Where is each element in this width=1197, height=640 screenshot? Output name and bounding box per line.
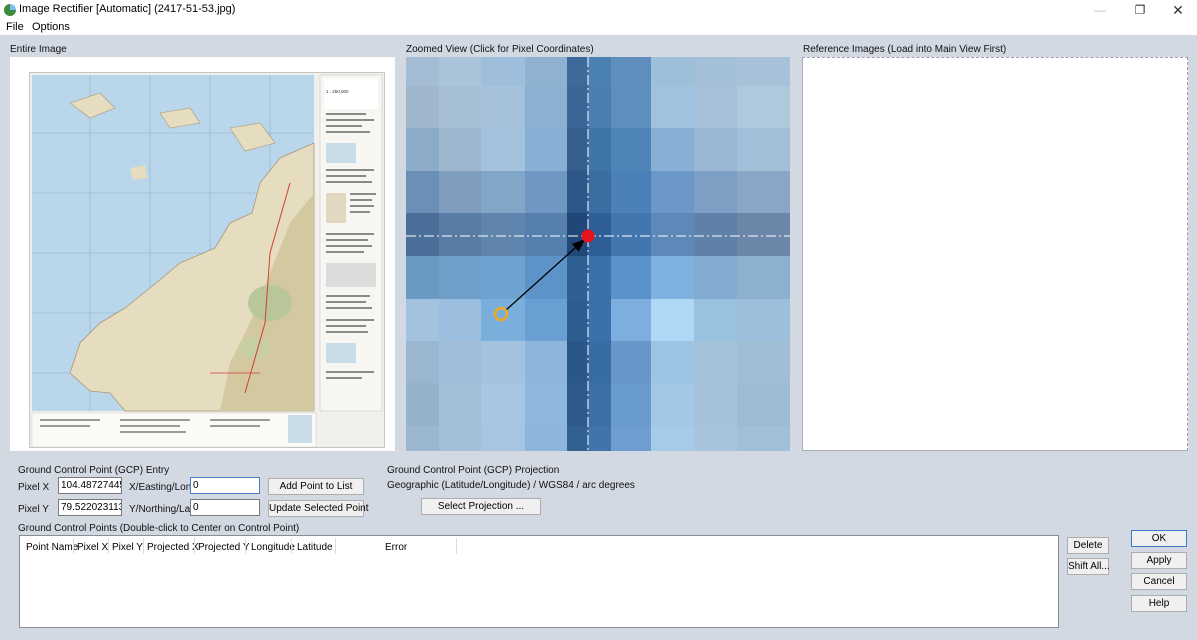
- reference-images-panel[interactable]: [802, 57, 1188, 451]
- column-latitude[interactable]: Latitude: [297, 542, 333, 553]
- gcp-entry-label: Ground Control Point (GCP) Entry: [18, 465, 170, 476]
- column-separator[interactable]: [335, 538, 336, 554]
- pixel-y-field[interactable]: 79.5220231133: [58, 499, 122, 516]
- map-thumbnail: 1 : 250,000: [29, 72, 385, 448]
- gcp-list[interactable]: Point Name Pixel X Pixel Y Projected X P…: [19, 535, 1059, 628]
- zoomed-view-overlay[interactable]: [406, 57, 790, 451]
- column-longitude[interactable]: Longitude: [251, 542, 295, 553]
- update-selected-point-button[interactable]: Update Selected Point: [268, 500, 369, 517]
- entire-image-panel[interactable]: 1 : 250,000: [10, 57, 395, 451]
- column-separator[interactable]: [291, 538, 292, 554]
- dialog-client-area: Entire Image Zoomed View (Click for Pixe…: [0, 35, 1197, 640]
- add-point-button[interactable]: Add Point to List: [268, 478, 364, 495]
- gcp-list-label: Ground Control Points (Double-click to C…: [18, 523, 300, 534]
- map-image: 1 : 250,000: [31, 74, 383, 448]
- y-northing-lat-label: Y/Northing/Lat: [129, 504, 193, 515]
- minimize-button[interactable]: —: [1082, 0, 1118, 20]
- pixel-y-label: Pixel Y: [18, 504, 49, 515]
- close-button[interactable]: ✕: [1160, 0, 1196, 20]
- delete-button[interactable]: Delete: [1067, 537, 1109, 554]
- y-northing-lat-field[interactable]: 0: [190, 499, 260, 516]
- maximize-button[interactable]: ❐: [1122, 0, 1158, 20]
- x-easting-lon-label: X/Easting/Lon: [129, 482, 192, 493]
- projection-value: Geographic (Latitude/Longitude) / WGS84 …: [387, 480, 635, 491]
- column-separator[interactable]: [108, 538, 109, 554]
- pixel-x-label: Pixel X: [18, 482, 50, 493]
- select-projection-button[interactable]: Select Projection ...: [421, 498, 541, 515]
- column-pixel-y[interactable]: Pixel Y: [112, 542, 143, 553]
- apply-button[interactable]: Apply: [1131, 552, 1187, 569]
- menu-file[interactable]: File: [6, 21, 24, 33]
- menu-bar: File Options: [0, 20, 1197, 35]
- displacement-arrow: [505, 239, 585, 311]
- column-projected-x[interactable]: Projected X: [147, 542, 199, 553]
- column-separator[interactable]: [143, 538, 144, 554]
- shift-all-button[interactable]: Shift All...: [1067, 558, 1110, 575]
- column-separator[interactable]: [245, 538, 246, 554]
- menu-options[interactable]: Options: [32, 21, 70, 33]
- column-point-name[interactable]: Point Name: [26, 542, 78, 553]
- cancel-button[interactable]: Cancel: [1131, 573, 1187, 590]
- column-separator[interactable]: [73, 538, 74, 554]
- app-logo-icon: [4, 4, 16, 16]
- zoomed-view-label: Zoomed View (Click for Pixel Coordinates…: [406, 44, 594, 55]
- target-point-marker: [581, 229, 595, 243]
- map-legend-title: 1 : 250,000: [326, 89, 349, 94]
- column-pixel-x[interactable]: Pixel X: [77, 542, 108, 553]
- help-button[interactable]: Help: [1131, 595, 1187, 612]
- column-separator[interactable]: [456, 538, 457, 554]
- column-projected-y[interactable]: Projected Y: [198, 542, 250, 553]
- ok-button[interactable]: OK: [1131, 530, 1187, 547]
- column-separator[interactable]: [194, 538, 195, 554]
- reference-images-label: Reference Images (Load into Main View Fi…: [803, 44, 1007, 55]
- title-bar: Image Rectifier [Automatic] (2417-51-53.…: [0, 0, 1197, 20]
- column-error[interactable]: Error: [385, 542, 407, 553]
- x-easting-lon-field[interactable]: 0: [190, 477, 260, 494]
- window-title: Image Rectifier [Automatic] (2417-51-53.…: [19, 3, 236, 15]
- gcp-projection-label: Ground Control Point (GCP) Projection: [387, 465, 560, 476]
- pixel-x-field[interactable]: 104.4872744593: [58, 477, 122, 494]
- entire-image-label: Entire Image: [10, 44, 67, 55]
- source-point-marker: [493, 306, 509, 322]
